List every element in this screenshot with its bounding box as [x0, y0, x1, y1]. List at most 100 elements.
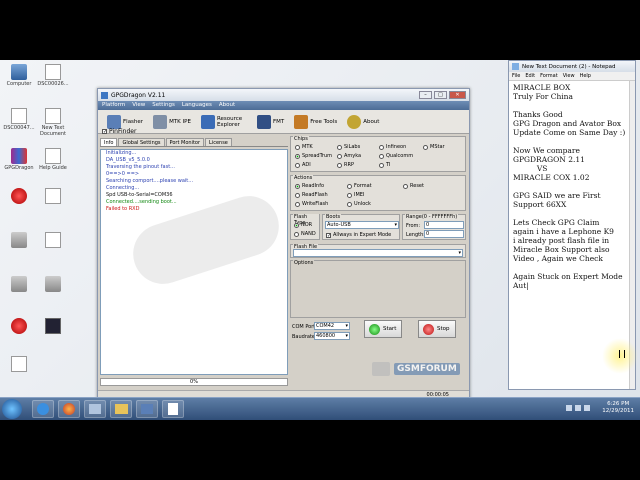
range-from-input[interactable]: 0: [424, 221, 464, 229]
radio-adi[interactable]: [295, 162, 300, 168]
chip-option-mstar[interactable]: MStar: [423, 144, 445, 150]
radio-nand[interactable]: [294, 231, 299, 237]
radio-format[interactable]: [347, 183, 352, 189]
expert-mode-checkbox[interactable]: ✓ Allways in Expert Mode: [326, 232, 391, 238]
chip-option-qualcomm[interactable]: Qualcomm: [379, 153, 413, 159]
pinfinder-check[interactable]: ✓: [102, 129, 107, 135]
boots-select[interactable]: Auto-USB ▾: [325, 221, 399, 229]
action-option-reset[interactable]: Reset: [403, 183, 424, 189]
taskbar-window-button[interactable]: [84, 400, 106, 418]
taskbar-clock[interactable]: 6:26 PM 12/29/2011: [602, 401, 634, 415]
desktop-icon-file[interactable]: [36, 232, 70, 249]
desktop-icon-help[interactable]: Help Guide: [36, 148, 70, 171]
chip-option-rrp[interactable]: RRP: [337, 162, 354, 168]
desktop-icon-drive[interactable]: [2, 276, 36, 293]
radio-amyka[interactable]: [337, 153, 342, 159]
toolbar-about-button[interactable]: About: [344, 113, 382, 130]
stop-button[interactable]: Stop: [418, 320, 456, 338]
chip-option-mtk[interactable]: MTK: [295, 144, 313, 150]
menu-view[interactable]: View: [132, 102, 145, 109]
tab-port-monitor[interactable]: Port Monitor: [165, 138, 205, 146]
radio-unlock[interactable]: [347, 201, 352, 207]
baudrate-select[interactable]: 460800 ▾: [314, 332, 350, 340]
desktop-icon-file[interactable]: [36, 188, 70, 205]
action-option-readflash[interactable]: ReadFlash: [295, 192, 328, 198]
radio-reset[interactable]: [403, 183, 408, 189]
taskbar-notepad-button[interactable]: [162, 400, 184, 418]
comport-select[interactable]: COM42 ▾: [314, 322, 350, 330]
radio-nor[interactable]: [294, 222, 299, 228]
desktop-icon-file[interactable]: DSC00026...: [36, 64, 70, 87]
radio-mtk[interactable]: [295, 144, 300, 150]
notepad-menu-help[interactable]: Help: [580, 73, 591, 79]
log-output[interactable]: Initializing... DA_USB_v5_5.0.0 Traversing…: [100, 149, 288, 375]
desktop-icon-computer[interactable]: Computer: [2, 64, 36, 87]
notepad-menu-edit[interactable]: Edit: [525, 73, 535, 79]
taskbar-explorer-button[interactable]: [110, 400, 132, 418]
desktop-icon-app[interactable]: [2, 188, 36, 205]
toolbar-free-tools-button[interactable]: Free Tools: [291, 113, 340, 130]
toolbar-resource-explorer-button[interactable]: Resource Explorer: [198, 113, 250, 130]
desktop-icon-file[interactable]: [2, 356, 36, 373]
flash-type-nor[interactable]: NOR: [294, 222, 312, 228]
desktop-icon-gpgdragon[interactable]: GPGDragon: [2, 148, 36, 171]
radio-mstar[interactable]: [423, 144, 428, 150]
action-option-writeflash[interactable]: WriteFlash: [295, 201, 328, 207]
menu-platform[interactable]: Platform: [102, 102, 125, 109]
chip-option-silabs[interactable]: SiLabs: [337, 144, 360, 150]
close-button[interactable]: ✕: [449, 91, 466, 99]
notepad-menu-view[interactable]: View: [563, 73, 575, 79]
desktop-icon-folder[interactable]: [36, 276, 70, 293]
chip-option-ti[interactable]: TI: [379, 162, 391, 168]
radio-imei[interactable]: [347, 192, 352, 198]
desktop-icon-text-document[interactable]: New Text Document: [36, 108, 70, 137]
minimize-button[interactable]: –: [419, 91, 432, 99]
notepad-titlebar[interactable]: New Text Document (2) - Notepad: [509, 61, 635, 72]
tab-license[interactable]: License: [205, 138, 232, 146]
menu-languages[interactable]: Languages: [182, 102, 212, 109]
action-option-unlock[interactable]: Unlock: [347, 201, 371, 207]
desktop-icon-shortcut[interactable]: [36, 318, 70, 335]
notepad-menu-file[interactable]: File: [512, 73, 520, 79]
action-option-imei[interactable]: IMEI: [347, 192, 364, 198]
action-option-format[interactable]: Format: [347, 183, 372, 189]
start-button[interactable]: [2, 399, 22, 419]
notepad-text-area[interactable]: MIRACLE BOX Truly For China Thanks Good GPG…: [509, 81, 635, 292]
menu-settings[interactable]: Settings: [152, 102, 175, 109]
network-icon[interactable]: [566, 405, 572, 411]
flag-icon[interactable]: [584, 405, 590, 411]
volume-icon[interactable]: [575, 405, 581, 411]
range-length-input[interactable]: 0: [424, 230, 464, 238]
chip-option-spreadtrum[interactable]: SpreadTrum: [295, 153, 332, 159]
desktop-icon-app[interactable]: [2, 318, 36, 335]
taskbar-ie-button[interactable]: [32, 400, 54, 418]
action-option-readinfo[interactable]: ReadInfo: [295, 183, 324, 189]
pinfinder-checkbox[interactable]: ✓ PinFinder: [102, 128, 136, 135]
chip-option-amyka[interactable]: Amyka: [337, 153, 361, 159]
maximize-button[interactable]: □: [434, 91, 447, 99]
radio-writeflash[interactable]: [295, 201, 300, 207]
flash-file-input[interactable]: ▾: [293, 249, 463, 257]
radio-ti[interactable]: [379, 162, 384, 168]
taskbar-gpgdragon-button[interactable]: [136, 400, 158, 418]
radio-infineon[interactable]: [379, 144, 384, 150]
radio-silabs[interactable]: [337, 144, 342, 150]
radio-rrp[interactable]: [337, 162, 342, 168]
radio-qualcomm[interactable]: [379, 153, 384, 159]
expert-mode-check[interactable]: ✓: [326, 232, 331, 238]
chip-option-infineon[interactable]: Infineon: [379, 144, 406, 150]
toolbar-mtk-ipe-button[interactable]: MTK IPE: [150, 113, 194, 130]
desktop-icon-file[interactable]: DSC00047...: [2, 108, 36, 131]
toolbar-fmt-button[interactable]: FMT: [254, 113, 287, 130]
radio-readinfo[interactable]: [295, 183, 300, 189]
taskbar-firefox-button[interactable]: [58, 400, 80, 418]
radio-readflash[interactable]: [295, 192, 300, 198]
desktop-icon-usb[interactable]: [2, 232, 36, 249]
flash-type-nand[interactable]: NAND: [294, 231, 316, 237]
app-titlebar[interactable]: GPGDragon V2.11 – □ ✕: [98, 89, 469, 101]
tab-info[interactable]: Info: [100, 138, 118, 146]
menu-about[interactable]: About: [219, 102, 235, 109]
notepad-menu-format[interactable]: Format: [540, 73, 558, 79]
start-button[interactable]: Start: [364, 320, 402, 338]
chip-option-adi[interactable]: ADI: [295, 162, 311, 168]
